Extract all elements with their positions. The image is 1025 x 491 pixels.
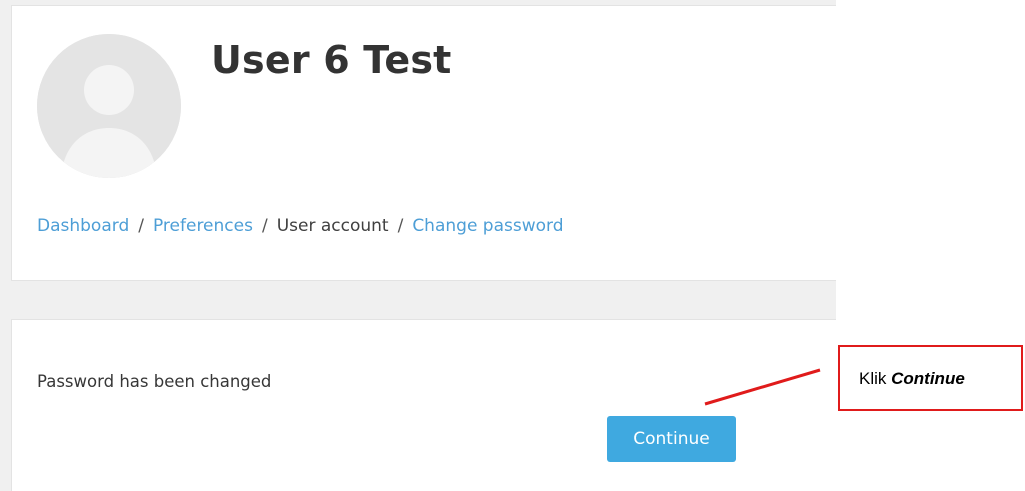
breadcrumb-user-account: User account bbox=[276, 216, 389, 236]
default-user-icon bbox=[37, 34, 181, 178]
callout-emphasis: Continue bbox=[891, 369, 965, 388]
page-title: User 6 Test bbox=[211, 38, 452, 82]
continue-button[interactable]: Continue bbox=[607, 416, 736, 462]
breadcrumb-separator: / bbox=[138, 216, 144, 236]
breadcrumb-dashboard[interactable]: Dashboard bbox=[37, 216, 129, 236]
breadcrumb-preferences[interactable]: Preferences bbox=[153, 216, 253, 236]
status-message: Password has been changed bbox=[37, 372, 272, 391]
breadcrumb: Dashboard / Preferences / User account / Chang… bbox=[37, 216, 564, 236]
user-avatar bbox=[37, 34, 181, 178]
callout-prefix: Klik bbox=[859, 369, 892, 388]
main-content-card bbox=[11, 319, 836, 491]
breadcrumb-change-password[interactable]: Change password bbox=[412, 216, 563, 236]
instruction-callout-text: Klik Continue bbox=[859, 369, 965, 389]
breadcrumb-separator: / bbox=[397, 216, 404, 236]
breadcrumb-separator: / bbox=[261, 216, 268, 236]
